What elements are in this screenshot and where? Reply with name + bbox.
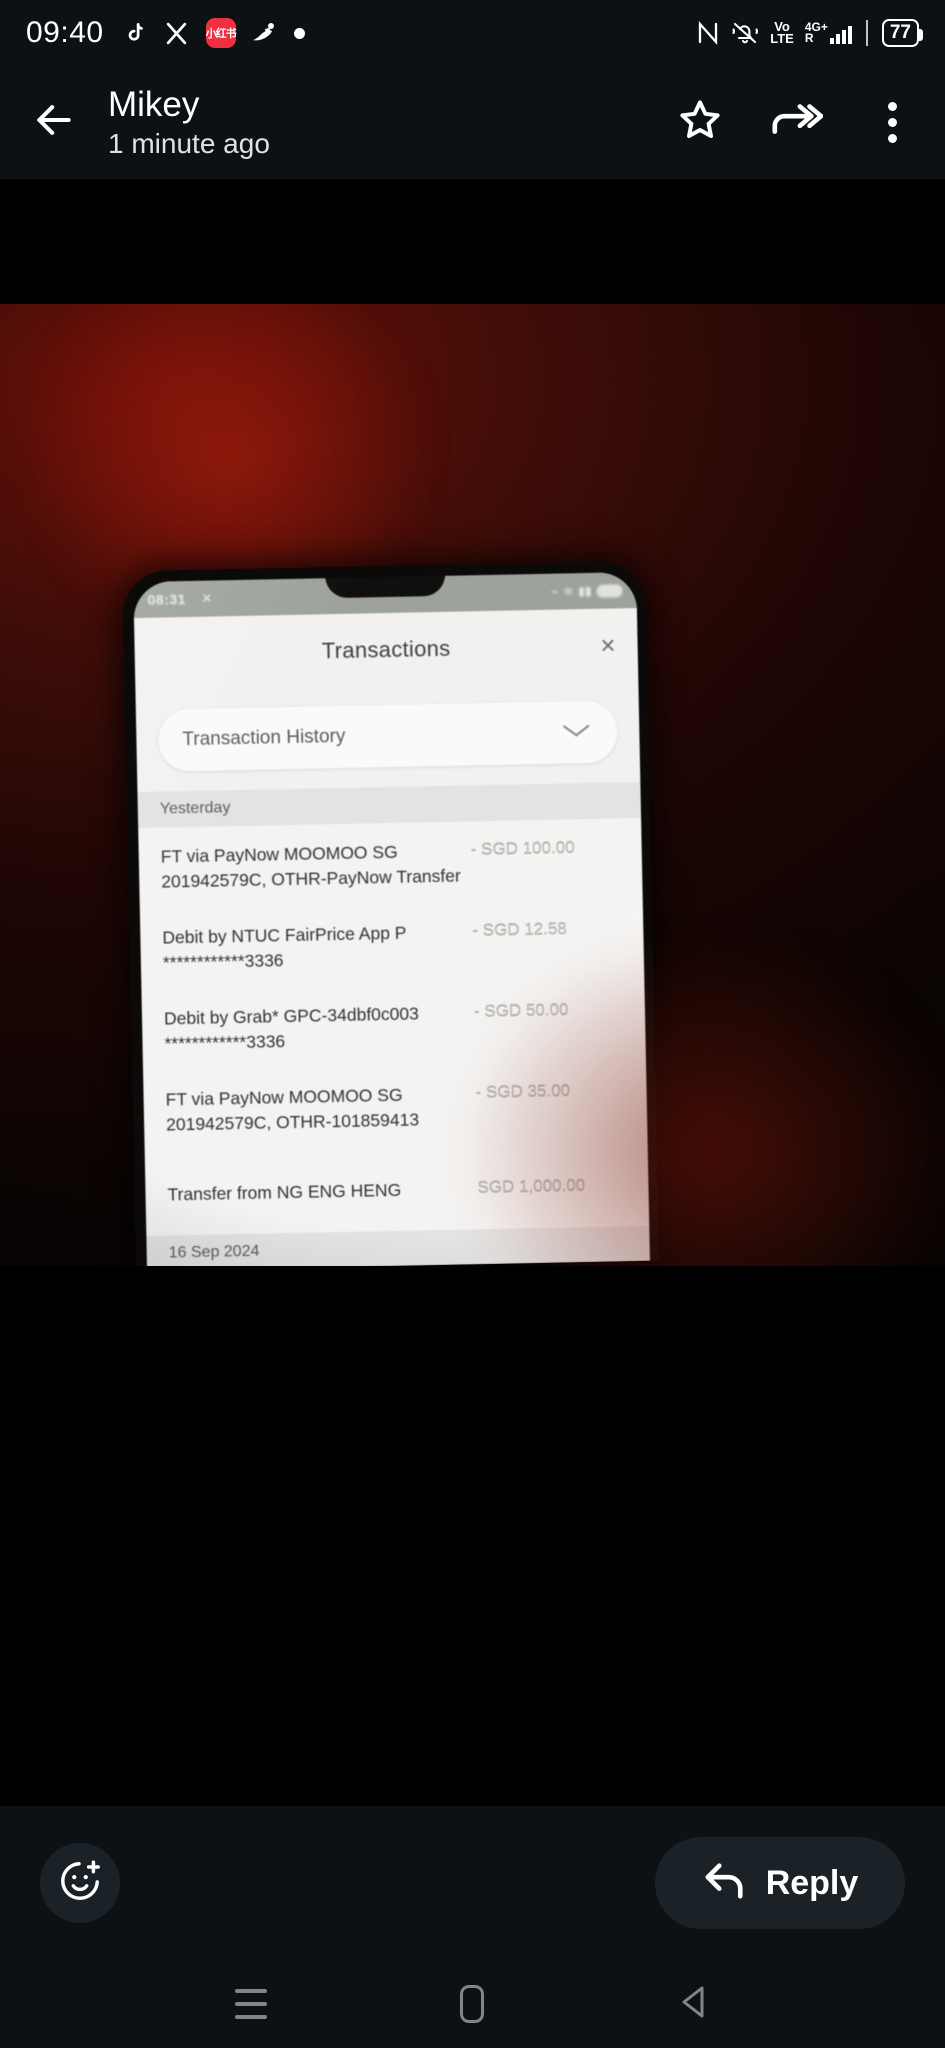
page-subtitle: 1 minute ago [108,127,270,159]
photographed-device-screen: 08:31 × ⌁ ≋ ▮▮ Transactions × Transactio… [133,572,650,1266]
reply-button[interactable]: Reply [655,1837,905,1929]
table-row[interactable]: Debit by Grab* GPC-34dbf0c003 **********… [141,980,646,1071]
transaction-amount: - SGD 50.00 [473,1000,569,1022]
arrow-left-icon [32,98,76,147]
table-row[interactable]: FT via PayNow MOOMOO SG 201942579C, OTHR… [138,818,643,909]
home-button[interactable] [437,1974,507,2034]
transaction-amount: SGD 1,000.00 [477,1176,586,1198]
forward-button[interactable] [769,96,824,150]
reply-bar: Reply [0,1806,945,1960]
sports-app-icon [250,18,280,48]
more-button[interactable] [865,96,919,150]
home-icon [460,1985,485,2023]
nav-back-button[interactable] [659,1974,729,2034]
device-clock: 08:31 [147,591,187,608]
android-nav-bar [0,1960,945,2048]
reply-button-label: Reply [765,1863,859,1902]
signal-bars-icon [829,26,852,44]
sheet-header: Transactions × [134,608,638,692]
music-app-icon [118,18,148,48]
star-button[interactable] [673,96,727,150]
transaction-list: FT via PayNow MOOMOO SG 201942579C, OTHR… [138,817,650,1236]
table-row[interactable]: Transfer from NG ENG HENG SGD 1,000.00 [145,1156,649,1222]
app-screen: 09:40 小红书 Vo LTE 4G+ R 77 Mikey 1 minute… [0,0,945,2048]
battery-indicator: 77 [881,19,924,47]
nfc-icon [696,20,720,46]
back-button[interactable] [26,95,82,151]
transaction-description: Debit by Grab* GPC-34dbf0c003 **********… [163,1003,420,1054]
chevron-down-icon [559,718,594,746]
transaction-amount: - SGD 12.58 [472,919,567,941]
table-row[interactable]: FT via PayNow MOOMOO SG 201942579C, OTHR… [143,1061,648,1152]
reply-arrow-icon [702,1860,748,1907]
red-notification-icon: 小红书 [205,18,237,48]
transaction-amount: - SGD 100.00 [470,838,575,860]
status-bar-clock: 09:40 [26,16,104,49]
transactions-sheet: Transactions × Transaction History Yeste… [133,607,650,1266]
status-bar-right: Vo LTE 4G+ R 77 [696,19,924,47]
header-title-group: Mikey 1 minute ago [108,85,270,161]
device-notch [324,572,446,599]
status-divider [865,20,868,46]
table-row[interactable]: Debit by NTUC FairPrice App P **********… [140,899,645,990]
transaction-description: Transfer from NG ENG HENG [167,1179,402,1205]
emoji-reaction-button[interactable] [40,1843,120,1923]
status-bar: 09:40 小红书 Vo LTE 4G+ R 77 [0,0,945,66]
emoji-add-icon [57,1858,103,1909]
x-app-icon [162,18,192,48]
photo-viewer[interactable]: 08:31 × ⌁ ≋ ▮▮ Transactions × Transactio… [0,179,945,1806]
app-header: Mikey 1 minute ago [0,66,945,179]
transaction-description: FT via PayNow MOOMOO SG 201942579C, OTHR… [160,841,461,892]
star-icon [676,96,724,149]
status-bar-left: 09:40 小红书 [26,16,305,50]
back-triangle-icon [677,1984,711,2025]
sheet-close-icon[interactable]: × [600,630,616,661]
sheet-title: Transactions [321,635,451,664]
transaction-history-dropdown[interactable]: Transaction History [157,700,618,772]
dropdown-label: Transaction History [182,725,346,751]
photo-of-phone-screen: 08:31 × ⌁ ≋ ▮▮ Transactions × Transactio… [0,304,945,1266]
dot-icon [293,27,305,39]
signal-icon: 4G+ R [804,21,852,45]
header-actions [673,96,919,150]
transaction-description: FT via PayNow MOOMOO SG 201942579C, OTHR… [165,1084,420,1135]
recents-button[interactable] [216,1974,286,2034]
recents-icon [234,1989,267,2019]
transaction-amount: - SGD 35.00 [475,1081,571,1103]
filter-wrapper: Transaction History [135,682,640,792]
device-status-right-icons: ⌁ ≋ ▮▮ [551,583,623,599]
page-title: Mikey [108,84,200,124]
transaction-description: Debit by NTUC FairPrice App P **********… [162,922,407,973]
more-vertical-icon [887,102,897,143]
device-close-icon: × [201,588,213,608]
mute-bell-icon [731,20,759,46]
roaming-label: R [804,31,814,45]
volte-icon: Vo LTE [770,19,794,46]
forward-icon [769,96,824,149]
photographed-device: 08:31 × ⌁ ≋ ▮▮ Transactions × Transactio… [122,560,659,1266]
